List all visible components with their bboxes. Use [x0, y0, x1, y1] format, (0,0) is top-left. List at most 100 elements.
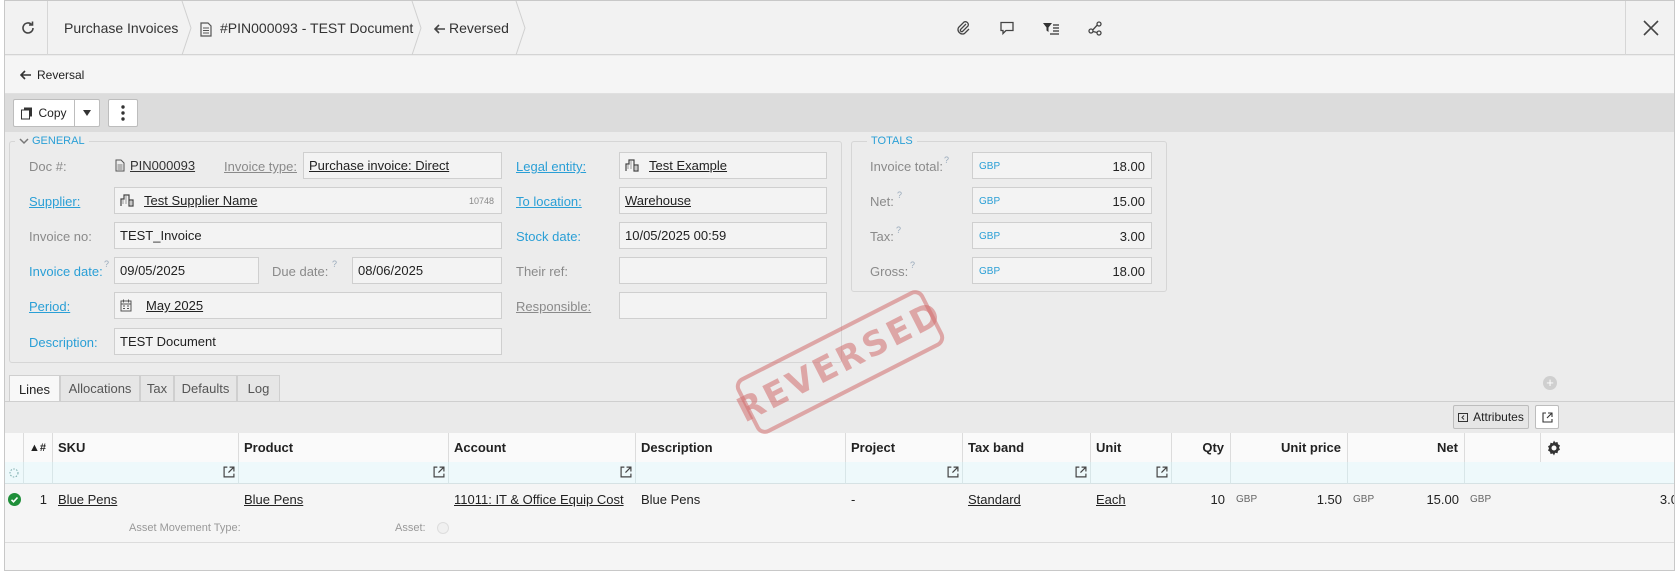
to-location-field[interactable]: Warehouse	[619, 187, 827, 214]
tax-band-column-header[interactable]: Tax band	[963, 433, 1091, 462]
tab-tax[interactable]: Tax	[140, 375, 174, 401]
asset-toggle[interactable]	[437, 522, 449, 534]
unit-filter[interactable]	[1091, 462, 1172, 484]
share-icon[interactable]	[1085, 18, 1105, 38]
account-filter[interactable]	[449, 462, 636, 484]
copy-button[interactable]: Copy	[13, 99, 75, 127]
refresh-icon[interactable]	[18, 18, 38, 38]
invoice-date-field[interactable]: 09/05/2025	[114, 257, 259, 284]
attributes-label: Attributes	[1473, 410, 1524, 424]
breadcrumb-status[interactable]: Reversed	[449, 1, 509, 55]
external-link-icon[interactable]	[1075, 466, 1087, 478]
legal-entity-label[interactable]: Legal entity:	[516, 159, 586, 174]
net-filter[interactable]	[1348, 462, 1465, 484]
tab-defaults[interactable]: Defaults	[174, 375, 237, 401]
due-date-field[interactable]: 08/06/2025	[352, 257, 502, 284]
row-unit-link[interactable]: Each	[1091, 485, 1126, 514]
general-legend[interactable]: GENERAL	[15, 135, 89, 147]
unit-column-header[interactable]: Unit	[1091, 433, 1172, 462]
external-link-icon[interactable]	[947, 466, 959, 478]
project-filter[interactable]	[846, 462, 963, 484]
their-ref-field[interactable]	[619, 257, 827, 284]
external-link-icon[interactable]	[1156, 466, 1168, 478]
invoice-type-field[interactable]: Purchase invoice: Direct	[303, 152, 502, 179]
tax-band-filter[interactable]	[963, 462, 1091, 484]
copy-dropdown-button[interactable]	[74, 99, 100, 127]
close-icon[interactable]	[1641, 18, 1661, 38]
period-label[interactable]: Period:	[29, 299, 70, 314]
filter-reset[interactable]	[5, 462, 24, 484]
product-filter[interactable]	[239, 462, 449, 484]
net-total-value: 15.00	[1112, 194, 1145, 209]
invoice-no-field[interactable]: TEST_Invoice	[114, 222, 502, 249]
help-icon[interactable]: ?	[944, 155, 949, 165]
unit-price-filter[interactable]	[1231, 462, 1348, 484]
attributes-button[interactable]: Attributes	[1453, 405, 1529, 429]
stock-date-value: 10/05/2025 00:59	[625, 228, 727, 243]
product-column-header[interactable]: Product	[239, 433, 449, 462]
qty-column-header[interactable]: Qty	[1172, 433, 1231, 462]
row-net: GBP 15.00	[1348, 485, 1465, 514]
sku-column-header[interactable]: SKU	[53, 433, 239, 462]
row-gross: GBP 3.0	[1465, 485, 1674, 514]
invoice-total-value: 18.00	[1112, 159, 1145, 174]
net-column-header[interactable]: Net	[1348, 433, 1465, 462]
responsible-field[interactable]	[619, 292, 827, 319]
row-tax-band-link[interactable]: Standard	[963, 485, 1021, 514]
supplier-label[interactable]: Supplier:	[29, 194, 80, 209]
invoice-type-value: Purchase invoice: Direct	[309, 158, 450, 173]
help-icon[interactable]: ?	[104, 259, 109, 269]
responsible-label: Responsible:	[516, 299, 592, 314]
breadcrumb-module[interactable]: Purchase Invoices	[64, 1, 178, 55]
external-link-icon[interactable]	[433, 466, 445, 478]
row-sku-link[interactable]: Blue Pens	[53, 485, 117, 514]
more-actions-button[interactable]	[108, 99, 138, 127]
qty-filter[interactable]	[1172, 462, 1231, 484]
row-product-link[interactable]: Blue Pens	[239, 485, 303, 514]
stock-date-field[interactable]: 10/05/2025 00:59	[619, 222, 827, 249]
gross-filter[interactable]	[1465, 462, 1674, 484]
period-field[interactable]: May 2025	[114, 292, 502, 319]
building-icon	[625, 159, 639, 172]
legal-entity-field[interactable]: Test Example	[619, 152, 827, 179]
row-account-link[interactable]: 11011: IT & Office Equip Cost	[449, 485, 624, 514]
supplier-field[interactable]: Test Supplier Name 10748	[114, 187, 502, 214]
gross-total-field: GBP 18.00	[972, 257, 1152, 284]
account-column-header[interactable]: Account	[449, 433, 636, 462]
to-location-label[interactable]: To location:	[516, 194, 582, 209]
row-status	[5, 485, 21, 514]
number-filter[interactable]	[24, 462, 53, 484]
settings-gear-icon[interactable]	[1546, 440, 1562, 456]
external-link-icon[interactable]	[223, 466, 235, 478]
help-icon[interactable]: ?	[896, 225, 901, 235]
project-column-header[interactable]: Project	[846, 433, 963, 462]
help-icon[interactable]: ?	[910, 260, 915, 270]
sku-filter[interactable]	[53, 462, 239, 484]
invoice-type-label: Invoice type:	[224, 159, 297, 174]
table-row[interactable]: 1 Blue Pens Blue Pens 11011: IT & Office…	[5, 485, 1674, 514]
tab-log[interactable]: Log	[237, 375, 280, 401]
filter-list-icon[interactable]	[1041, 18, 1061, 38]
description-filter[interactable]	[636, 462, 846, 484]
unit-price-value: 1.50	[1316, 492, 1342, 507]
comment-icon[interactable]	[997, 18, 1017, 38]
attachment-icon[interactable]	[953, 18, 973, 38]
row-project: -	[851, 492, 856, 507]
number-column-header[interactable]: ▲#	[24, 433, 53, 462]
unit-price-column-header[interactable]: Unit price	[1231, 433, 1348, 462]
add-tab-icon[interactable]: +	[1543, 376, 1557, 390]
asset-movement-type-label: Asset Movement Type:	[129, 522, 241, 534]
external-link-icon[interactable]	[620, 466, 632, 478]
help-icon[interactable]: ?	[332, 259, 337, 269]
description-field[interactable]: TEST Document	[114, 328, 502, 355]
description-column-header[interactable]: Description	[636, 433, 846, 462]
doc-number-value[interactable]: PIN000093	[115, 158, 195, 173]
help-icon[interactable]: ?	[897, 190, 902, 200]
breadcrumb-document[interactable]: #PIN000093 - TEST Document	[220, 1, 413, 55]
reversal-label: Reversal	[37, 68, 85, 82]
tab-allocations[interactable]: Allocations	[60, 375, 140, 401]
totals-legend: TOTALS	[867, 135, 917, 147]
tab-lines[interactable]: Lines	[9, 375, 60, 402]
reversal-link[interactable]: Reversal	[20, 68, 84, 82]
open-external-button[interactable]	[1535, 405, 1559, 429]
